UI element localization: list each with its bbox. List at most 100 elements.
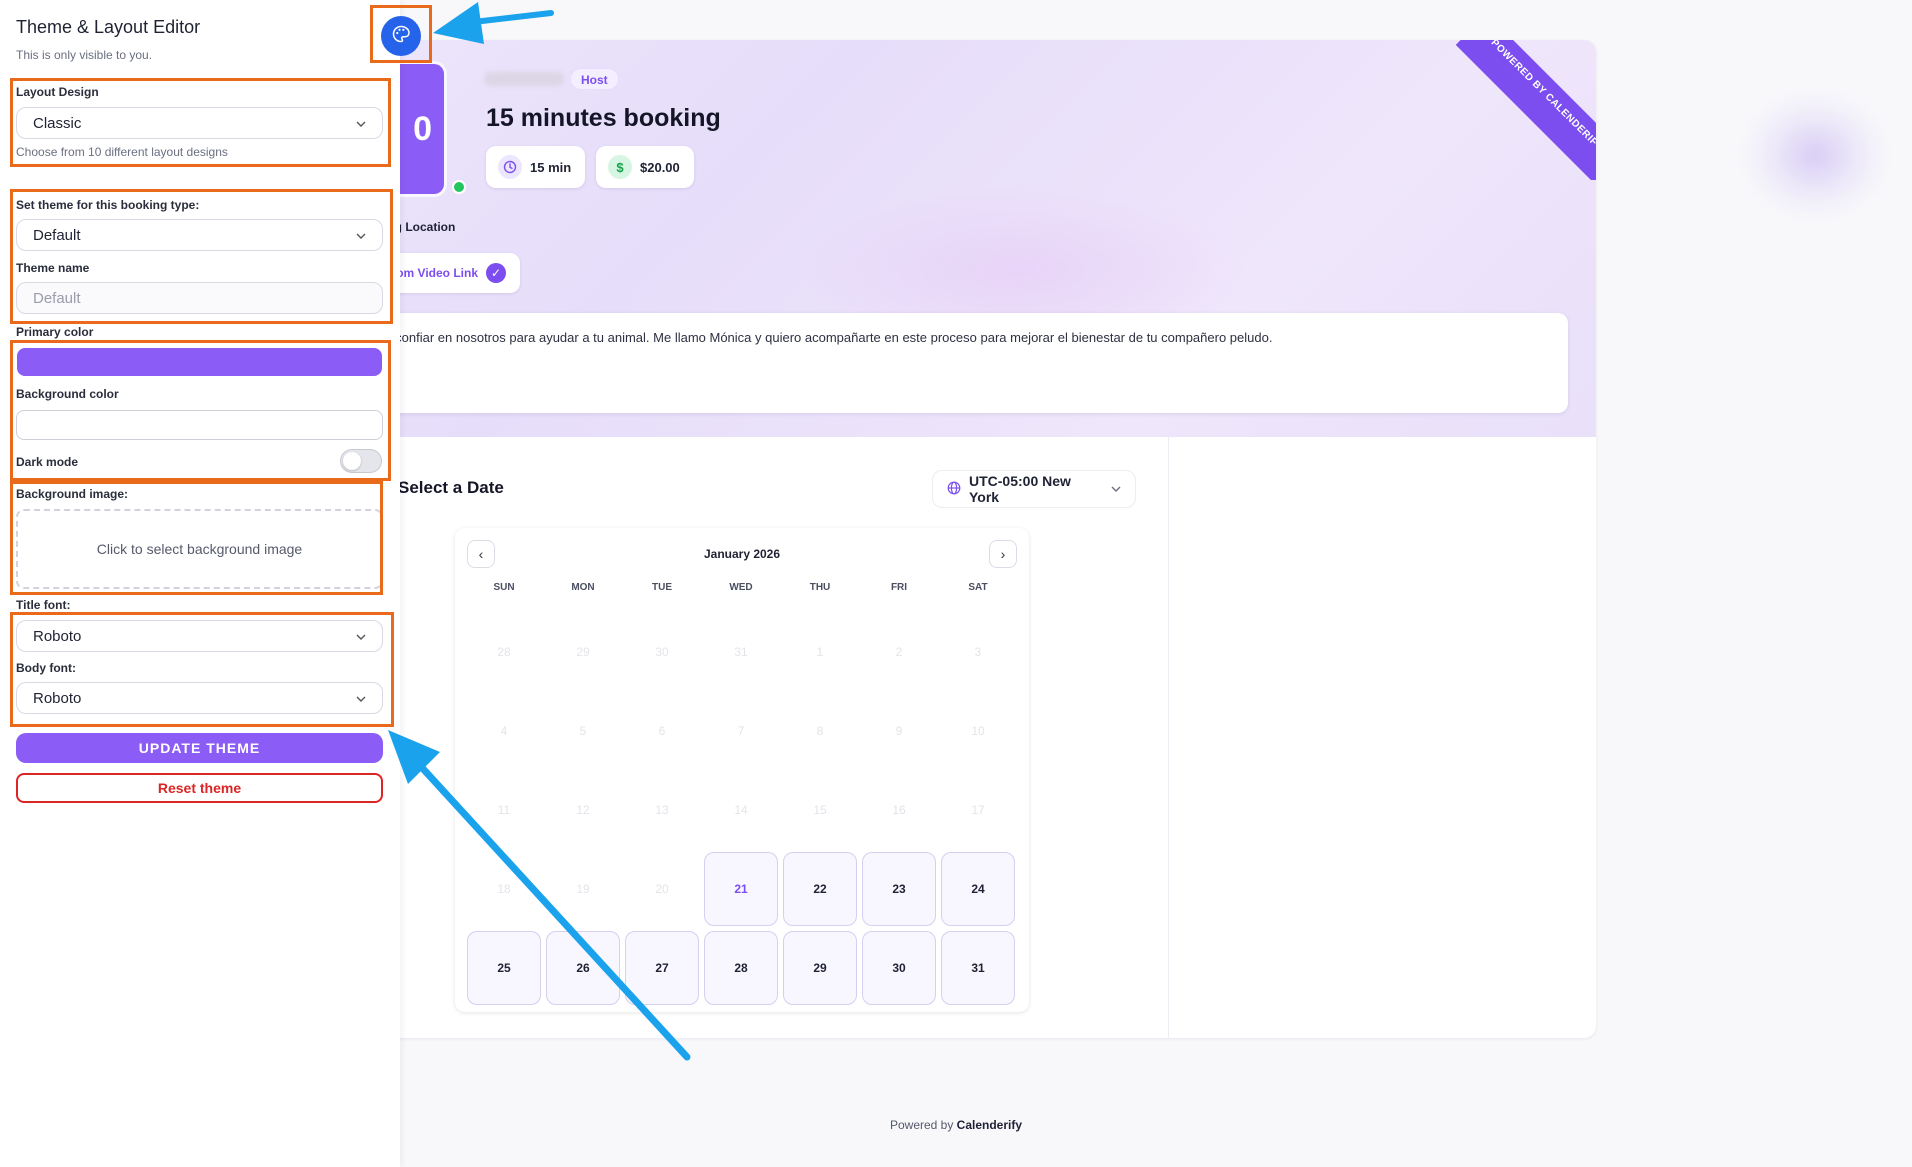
body-font-value: Roboto (33, 689, 82, 707)
calendar-day-available[interactable]: 27 (625, 931, 699, 1005)
body-font-label: Body font: (16, 661, 76, 675)
custom-video-link[interactable]: tom Video Link ✓ (380, 253, 520, 293)
host-name-blurred (484, 72, 564, 86)
dollar-icon: $ (608, 155, 632, 179)
online-status-dot (452, 180, 466, 194)
clock-icon (498, 155, 522, 179)
body-font-select[interactable]: Roboto (16, 682, 383, 714)
calendar-day-disabled: 6 (658, 724, 666, 738)
booking-card: POWERED BY CALENDERIFY 0 Host 15 minutes… (380, 40, 1596, 1038)
calendar-day-disabled: 1 (816, 645, 824, 659)
background-color-picker[interactable] (16, 410, 383, 440)
reset-theme-button[interactable]: Reset theme (16, 773, 383, 803)
calendar-day-disabled: 10 (971, 724, 985, 738)
title-font-value: Roboto (33, 627, 82, 645)
weekday-header: SUN (493, 582, 515, 593)
globe-icon (947, 481, 961, 498)
calendar-day-disabled: 4 (500, 724, 508, 738)
timezone-dropdown[interactable]: UTC-05:00 New York (932, 470, 1136, 508)
calendar-day-disabled: 28 (497, 645, 511, 659)
dark-mode-toggle[interactable] (340, 449, 382, 473)
weekday-header: THU (809, 582, 831, 593)
primary-color-label: Primary color (16, 325, 94, 339)
background-glow (1740, 90, 1890, 220)
calendar-day-disabled: 5 (579, 724, 587, 738)
duration-value: 15 min (530, 159, 572, 175)
calendar-day-available[interactable]: 24 (941, 852, 1015, 926)
chevron-down-icon (356, 116, 366, 130)
booking-title: 15 minutes booking (486, 104, 721, 132)
background-color-label: Background color (16, 387, 119, 401)
select-date-title: Select a Date (398, 478, 504, 497)
footer-brand[interactable]: Calenderify (957, 1118, 1022, 1132)
layout-design-label: Layout Design (16, 85, 99, 99)
palette-icon (391, 24, 411, 49)
timezone-value: UTC-05:00 New York (969, 473, 1071, 505)
price-value: $20.00 (640, 159, 680, 175)
calendar-day-disabled: 11 (497, 803, 511, 817)
ribbon-text: POWERED BY CALENDERIFY (1456, 40, 1596, 180)
background-image-dropzone[interactable]: Click to select background image (16, 509, 383, 589)
update-theme-button[interactable]: UPDATE THEME (16, 733, 383, 763)
theme-editor-toggle-button[interactable] (381, 16, 421, 56)
title-font-label: Title font: (16, 598, 71, 612)
editor-subtitle: This is only visible to you. (16, 48, 153, 62)
avatar-initial: 0 (413, 109, 432, 148)
column-divider (1168, 437, 1169, 1038)
calendar-day-available[interactable]: 28 (704, 931, 778, 1005)
calendar-day-disabled: 31 (734, 645, 748, 659)
calendar-grid: SUN MON TUE WED THU FRI SAT 28 29 30 31 1 2 3 4 5 6 7 8 9 10… (467, 578, 1017, 1005)
calendar-day-disabled: 14 (734, 803, 748, 817)
calendar-day-disabled: 8 (816, 724, 824, 738)
calendar-day-disabled: 13 (655, 803, 669, 817)
layout-design-hint: Choose from 10 different layout designs (16, 145, 228, 159)
calendar-day-available[interactable]: 30 (862, 931, 936, 1005)
host-badge: Host (570, 68, 619, 90)
chevron-down-icon (1111, 483, 1121, 495)
theme-editor-panel: Theme & Layout Editor This is only visib… (0, 0, 400, 1167)
calendar-day-available[interactable]: 26 (546, 931, 620, 1005)
toggle-knob (343, 452, 361, 470)
theme-name-input[interactable]: Default (16, 282, 383, 314)
calendar-day-available[interactable]: 23 (862, 852, 936, 926)
primary-color-picker[interactable] (17, 348, 382, 376)
layout-design-select[interactable]: Classic (16, 107, 383, 139)
description-box: or confiar en nosotros para ayudar a tu … (380, 313, 1568, 413)
weekday-header: SAT (968, 582, 988, 593)
arrow-to-palette-button (433, 2, 554, 44)
chevron-down-icon (356, 629, 366, 643)
calendar-day-disabled: 15 (813, 803, 827, 817)
calendar-day-disabled: 7 (737, 724, 745, 738)
calendar-day-disabled: 9 (895, 724, 903, 738)
weekday-header: FRI (890, 582, 908, 593)
calendar-day-available[interactable]: 25 (467, 931, 541, 1005)
video-link-label: tom Video Link (392, 266, 478, 280)
booking-hero: POWERED BY CALENDERIFY 0 Host 15 minutes… (380, 40, 1596, 437)
calendar-day-disabled: 30 (655, 645, 669, 659)
calendar-day-available[interactable]: 31 (941, 931, 1015, 1005)
calendar-day-disabled: 12 (576, 803, 590, 817)
weekday-header: TUE (652, 582, 672, 593)
calendar-day-available[interactable]: 21 (704, 852, 778, 926)
calendar-day-available[interactable]: 22 (783, 852, 857, 926)
calendar-day-disabled: 17 (971, 803, 985, 817)
background-image-label: Background image: (16, 487, 129, 501)
weekday-header: WED (729, 582, 753, 593)
calendar-day-disabled: 19 (576, 882, 590, 896)
background-image-placeholder: Click to select background image (96, 541, 303, 557)
powered-by-ribbon: POWERED BY CALENDERIFY (1456, 40, 1596, 180)
price-chip: $ $20.00 (596, 146, 694, 188)
calendar-day-disabled: 29 (576, 645, 590, 659)
chevron-down-icon (356, 691, 366, 705)
next-month-button[interactable]: › (989, 540, 1017, 568)
calendar-day-available[interactable]: 29 (783, 931, 857, 1005)
description-text: or confiar en nosotros para ayudar a tu … (380, 330, 1273, 345)
chevron-down-icon (356, 228, 366, 242)
calendar-day-disabled: 3 (974, 645, 982, 659)
weekday-header: MON (571, 582, 595, 593)
dark-mode-label: Dark mode (16, 455, 79, 469)
layout-design-value: Classic (33, 114, 82, 132)
theme-select[interactable]: Default (16, 219, 383, 251)
theme-name-label: Theme name (16, 261, 90, 275)
title-font-select[interactable]: Roboto (16, 620, 383, 652)
